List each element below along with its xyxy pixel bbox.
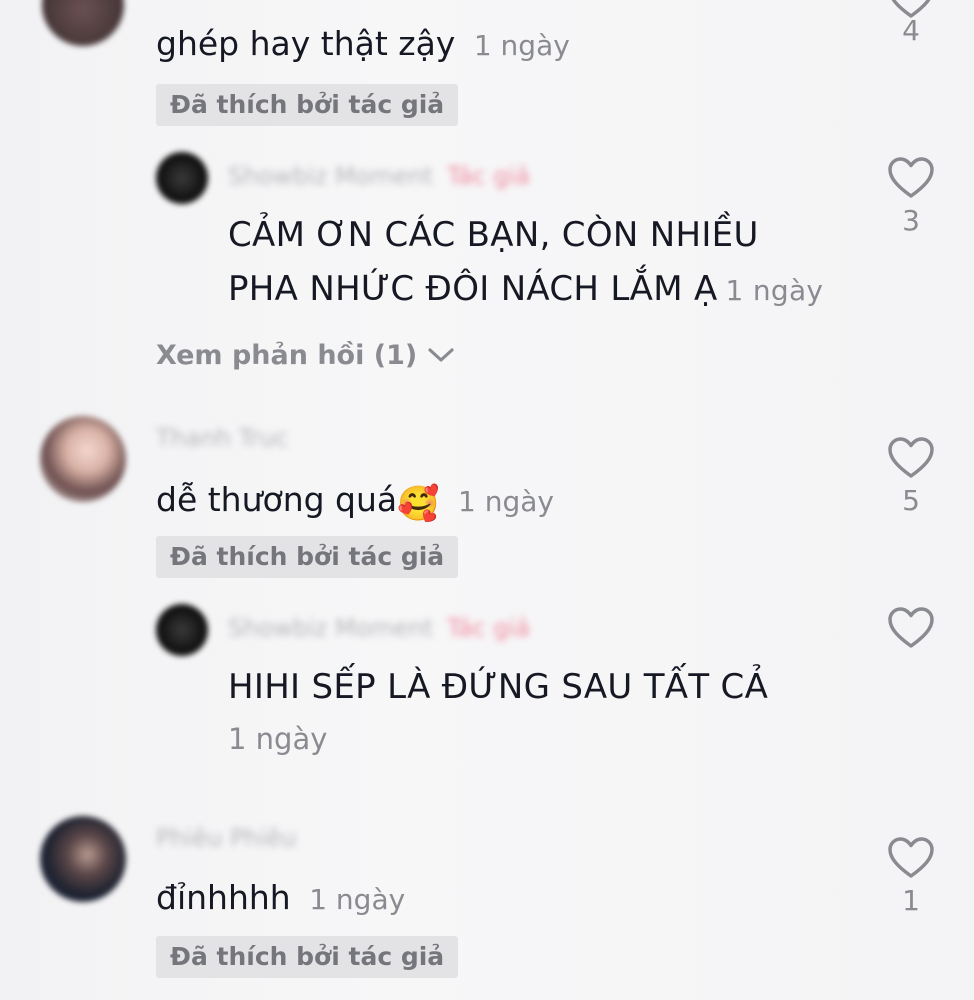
like-count: 3 [902, 204, 920, 237]
author-tag: Tác giả [447, 614, 530, 642]
like-control[interactable]: 1 [880, 836, 942, 917]
view-replies-button[interactable]: Xem phản hồi (1) [156, 340, 455, 371]
avatar[interactable] [40, 416, 126, 502]
author-avatar[interactable] [156, 152, 208, 204]
reply-line-1: CẢM ƠN CÁC BẠN, CÒN NHIỀU [228, 215, 759, 255]
heart-outline-icon[interactable] [880, 606, 942, 650]
view-replies-label: Xem phản hồi (1) [156, 340, 418, 371]
like-control[interactable] [880, 606, 942, 650]
avatar[interactable] [42, 0, 124, 46]
comment-text: dễ thương quá🥰 1 ngày [156, 474, 554, 530]
comment-body: dễ thương quá [156, 480, 398, 519]
heart-outline-icon[interactable] [880, 436, 942, 480]
smiling-face-with-hearts-emoji: 🥰 [397, 484, 440, 524]
comment-body: ghép hay thật zậy [156, 24, 456, 63]
like-count: 5 [902, 484, 920, 517]
reply-line-2: PHA NHỨC ĐÔI NÁCH LẮM Ạ1 ngày [228, 269, 824, 309]
reply-text: CẢM ƠN CÁC BẠN, CÒN NHIỀU PHA NHỨC ĐÔI N… [228, 208, 823, 318]
author-avatar[interactable] [156, 604, 208, 656]
comments-screen: ghép hay thật zậy 1 ngày Đã thích bởi tá… [0, 0, 974, 1000]
author-name-blurred[interactable]: Showbiz Moment [228, 162, 433, 190]
author-name-row: Showbiz Moment Tác giả [228, 162, 530, 190]
comment-time: 1 ngày [457, 485, 554, 518]
liked-by-author-badge: Đã thích bởi tác giả [156, 84, 459, 126]
comment-body: đỉnhhhh [156, 878, 291, 917]
chevron-down-icon [427, 340, 455, 371]
like-control[interactable]: 5 [880, 436, 942, 517]
comment-time: 1 ngày [473, 29, 570, 62]
author-name-blurred[interactable]: Showbiz Moment [228, 614, 433, 642]
comment-text: đỉnhhhh 1 ngày [156, 872, 405, 926]
author-name-row: Showbiz Moment Tác giả [228, 614, 530, 642]
comment-time: 1 ngày [228, 722, 328, 756]
like-count: 1 [902, 884, 920, 917]
like-control[interactable]: 3 [880, 156, 942, 237]
heart-outline-icon[interactable] [880, 156, 942, 200]
reply-text: HIHI SẾP LÀ ĐỨNG SAU TẤT CẢ [228, 667, 769, 707]
commenter-name-blurred[interactable]: Thanh Truc [156, 424, 288, 452]
author-tag: Tác giả [447, 162, 530, 190]
comment-time: 1 ngày [725, 274, 824, 307]
comment-text: ghép hay thật zậy 1 ngày [156, 18, 570, 72]
liked-by-author-badge: Đã thích bởi tác giả [156, 936, 459, 978]
like-count: 4 [902, 14, 920, 47]
liked-by-author-badge: Đã thích bởi tác giả [156, 536, 459, 578]
comment-time: 1 ngày [309, 883, 406, 916]
avatar[interactable] [40, 816, 126, 902]
like-control[interactable]: 4 [880, 0, 942, 47]
commenter-name-blurred[interactable]: Phiêu Phiêu [156, 824, 296, 852]
heart-outline-icon[interactable] [880, 836, 942, 880]
